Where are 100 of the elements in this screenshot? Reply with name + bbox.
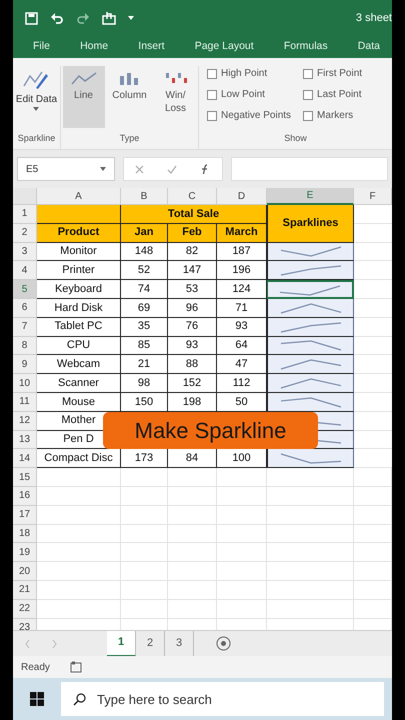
table-cell: Tablet PC bbox=[37, 318, 121, 337]
row-header[interactable]: 13 bbox=[13, 430, 37, 450]
header-cell: Jan bbox=[121, 224, 168, 243]
table-cell: Hard Disk bbox=[37, 298, 121, 318]
row-header[interactable]: 2 bbox=[13, 224, 37, 243]
formula-field[interactable] bbox=[231, 157, 388, 181]
ribbon-tab[interactable]: Data bbox=[358, 39, 380, 55]
row-header[interactable]: 1 bbox=[13, 205, 37, 224]
checkbox[interactable] bbox=[303, 110, 314, 120]
row-header[interactable]: 20 bbox=[13, 562, 37, 581]
column-header[interactable]: D bbox=[217, 188, 267, 205]
empty-cell bbox=[217, 543, 267, 562]
edit-data-button[interactable]: Edit Data bbox=[16, 66, 58, 110]
checkbox[interactable] bbox=[207, 68, 217, 78]
checkbox[interactable] bbox=[303, 68, 314, 78]
table-cell: 82 bbox=[168, 242, 217, 262]
empty-cell bbox=[121, 506, 168, 525]
table-cell: Mouse bbox=[37, 392, 121, 412]
checkbox-label: Markers bbox=[317, 109, 354, 123]
row-header[interactable]: 6 bbox=[13, 298, 37, 318]
row-header[interactable]: 11 bbox=[13, 392, 37, 412]
empty-cell bbox=[217, 580, 267, 600]
macro-record-icon[interactable] bbox=[70, 661, 82, 673]
search-field[interactable]: Type here to search bbox=[61, 682, 384, 716]
sparkline-type-button[interactable]: Line bbox=[62, 66, 104, 128]
table-cell: 96 bbox=[168, 298, 217, 318]
empty-cell bbox=[121, 562, 168, 581]
column-header[interactable]: A bbox=[37, 188, 121, 205]
table-cell: 148 bbox=[121, 242, 168, 262]
row-header[interactable]: 9 bbox=[13, 355, 37, 374]
touch-mode-icon[interactable] bbox=[102, 11, 116, 25]
undo-icon[interactable] bbox=[50, 12, 64, 24]
windows-icon[interactable] bbox=[30, 692, 44, 706]
row-header[interactable]: 4 bbox=[13, 261, 37, 280]
row-header[interactable]: 12 bbox=[13, 412, 37, 431]
column-header[interactable]: B bbox=[121, 188, 168, 205]
row-header[interactable]: 16 bbox=[13, 486, 37, 506]
row-header[interactable]: 19 bbox=[13, 543, 37, 562]
checkbox[interactable] bbox=[207, 90, 217, 100]
ribbon-tab[interactable]: Insert bbox=[138, 39, 165, 55]
header-cell: Sparklines bbox=[267, 205, 354, 243]
group-label: Sparkline bbox=[18, 132, 56, 145]
window-title: 3 sheet bbox=[356, 10, 392, 26]
row-header[interactable]: 21 bbox=[13, 580, 37, 600]
empty-cell bbox=[121, 486, 168, 506]
sheet-tab[interactable]: 1 bbox=[107, 630, 136, 656]
empty-cell bbox=[168, 468, 217, 487]
row-header[interactable]: 17 bbox=[13, 506, 37, 525]
row-header[interactable]: 23 bbox=[13, 618, 37, 630]
empty-cell bbox=[168, 600, 217, 619]
row-header[interactable]: 5 bbox=[13, 280, 37, 299]
row-header[interactable]: 3 bbox=[13, 242, 37, 262]
empty-cell bbox=[217, 562, 267, 581]
empty-cell bbox=[168, 562, 217, 581]
row-header[interactable]: 14 bbox=[13, 449, 37, 468]
empty-cell bbox=[121, 543, 168, 562]
table-cell: Monitor bbox=[37, 242, 121, 262]
header-cell: Total Sale bbox=[121, 205, 267, 224]
sparkline-type-button[interactable]: Win/ Loss bbox=[154, 66, 196, 128]
name-box[interactable]: E5 bbox=[17, 157, 115, 181]
empty-cell bbox=[121, 580, 168, 600]
row-header[interactable]: 15 bbox=[13, 468, 37, 487]
checkbox-label: Negative Points bbox=[221, 109, 292, 123]
row-header[interactable]: 18 bbox=[13, 524, 37, 544]
column-header[interactable]: F bbox=[354, 188, 392, 205]
checkbox[interactable] bbox=[207, 110, 217, 120]
empty-cell bbox=[354, 468, 392, 487]
empty-cell bbox=[217, 468, 267, 487]
cancel-icon[interactable] bbox=[135, 164, 144, 174]
sparkline-type-button[interactable]: Column bbox=[108, 66, 150, 128]
ribbon-tab[interactable]: Home bbox=[80, 39, 108, 55]
ribbon-tab[interactable]: Formulas bbox=[284, 39, 328, 55]
checkbox-label: First Point bbox=[317, 67, 362, 81]
caret-icon bbox=[100, 167, 106, 171]
empty-cell bbox=[121, 524, 168, 544]
table-cell: Printer bbox=[37, 261, 121, 280]
redo-icon[interactable] bbox=[76, 12, 90, 24]
save-icon[interactable] bbox=[25, 12, 38, 24]
empty-cell bbox=[354, 562, 392, 581]
table-cell: 69 bbox=[121, 298, 168, 318]
table-cell: Webcam bbox=[37, 355, 121, 374]
table-cell: CPU bbox=[37, 336, 121, 356]
dropdown-icon[interactable] bbox=[128, 15, 134, 21]
checkbox[interactable] bbox=[303, 90, 314, 100]
row-header[interactable]: 10 bbox=[13, 374, 37, 393]
table-cell: 21 bbox=[121, 355, 168, 374]
new-sheet-icon[interactable] bbox=[216, 636, 231, 651]
group-label: Type bbox=[120, 132, 140, 145]
line-chart-icon bbox=[70, 70, 96, 86]
row-header[interactable]: 8 bbox=[13, 336, 37, 356]
table-cell: 98 bbox=[121, 374, 168, 393]
ribbon-tab[interactable]: File bbox=[33, 39, 50, 55]
row-header[interactable]: 7 bbox=[13, 318, 37, 337]
checkbox-label: High Point bbox=[221, 67, 268, 81]
ribbon-tab[interactable]: Page Layout bbox=[194, 39, 254, 55]
row-header[interactable]: 22 bbox=[13, 600, 37, 619]
column-header[interactable]: C bbox=[168, 188, 217, 205]
column-header[interactable]: E bbox=[267, 188, 354, 205]
empty-cell bbox=[168, 524, 217, 544]
check-icon[interactable] bbox=[166, 164, 177, 174]
